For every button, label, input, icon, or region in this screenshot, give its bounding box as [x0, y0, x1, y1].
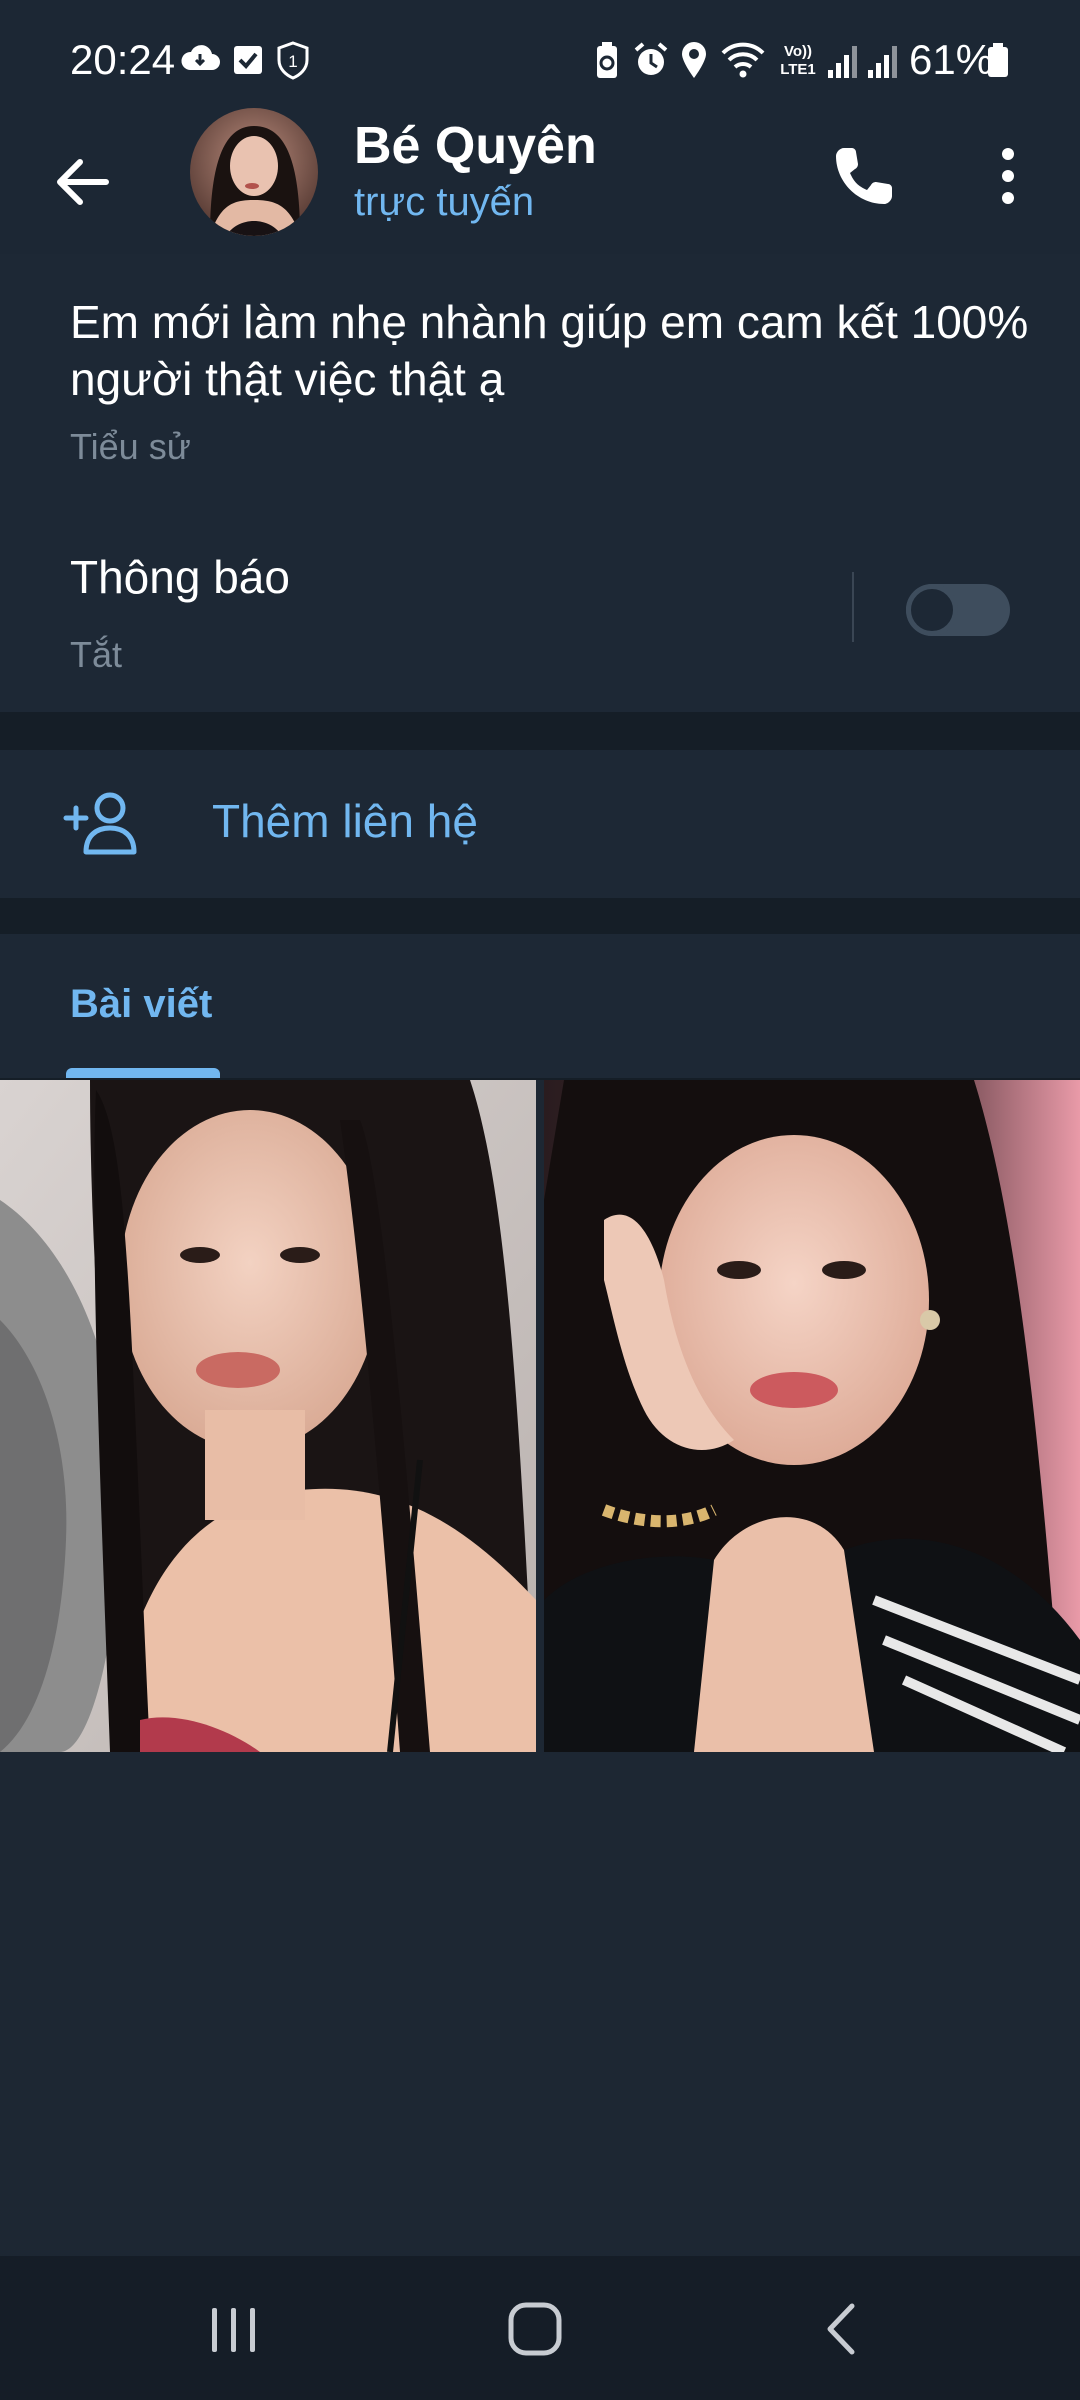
section-divider: [0, 898, 1080, 934]
add-contact-row[interactable]: Thêm liên hệ: [0, 750, 1080, 898]
phone-icon[interactable]: [830, 142, 898, 210]
add-contact-label: Thêm liên hệ: [212, 795, 478, 847]
avatar[interactable]: [190, 108, 318, 236]
recent-apps-icon[interactable]: [206, 2304, 262, 2356]
battery-percent: 61%: [909, 36, 994, 83]
profile-screen: 20:24 1 Vo)) LTE1 61% Bé Quyên trực tuyế…: [0, 0, 1080, 2400]
location-icon: [682, 42, 706, 78]
divider: [852, 572, 854, 642]
home-icon[interactable]: [506, 2300, 564, 2358]
system-nav-bar: [0, 2256, 1080, 2400]
checkbox-icon: [234, 46, 262, 74]
post-photo[interactable]: [544, 1080, 1080, 1752]
contact-name[interactable]: Bé Quyên: [354, 116, 597, 176]
nav-back-icon[interactable]: [820, 2300, 860, 2358]
notifications-toggle[interactable]: [906, 584, 1010, 636]
media-tabs: Bài viết: [0, 934, 1080, 1080]
shield-1-icon: 1: [277, 41, 309, 80]
volte-lte1-icon: Vo)) LTE1: [780, 43, 816, 78]
bio-text: Em mới làm nhẹ nhành giúp em cam kết 100…: [70, 296, 1029, 405]
posts-grid: [0, 1080, 1080, 1752]
signal-1-icon: [828, 46, 857, 78]
post-photo[interactable]: [0, 1080, 536, 1752]
section-divider: [0, 712, 1080, 750]
recycle-icon: [597, 42, 617, 78]
notifications-title[interactable]: Thông báo: [70, 550, 290, 604]
add-person-icon: [63, 792, 137, 855]
chat-header: Bé Quyên trực tuyến: [0, 100, 1080, 254]
cloud-sync-icon: [181, 45, 220, 70]
status-time: 20:24: [70, 36, 176, 83]
svg-text:LTE1: LTE1: [780, 61, 816, 78]
wifi-icon: [721, 42, 765, 78]
toggle-knob: [906, 584, 958, 636]
more-vertical-icon[interactable]: [986, 142, 1030, 210]
svg-text:1: 1: [288, 52, 297, 71]
tab-posts[interactable]: Bài viết: [70, 982, 212, 1027]
bio-label: Tiểu sử: [70, 426, 191, 467]
alarm-icon: [634, 42, 668, 75]
notifications-value: Tắt: [70, 634, 123, 675]
battery-icon: [988, 43, 1008, 77]
profile-info: Em mới làm nhẹ nhành giúp em cam kết 100…: [0, 254, 1080, 712]
top-bar: 20:24 1 Vo)) LTE1 61% Bé Quyên trực tuyế…: [0, 0, 1080, 254]
svg-text:Vo)): Vo)): [784, 43, 812, 60]
back-arrow-icon[interactable]: [44, 144, 120, 220]
online-status: trực tuyến: [354, 180, 535, 224]
signal-2-icon: [868, 46, 897, 78]
